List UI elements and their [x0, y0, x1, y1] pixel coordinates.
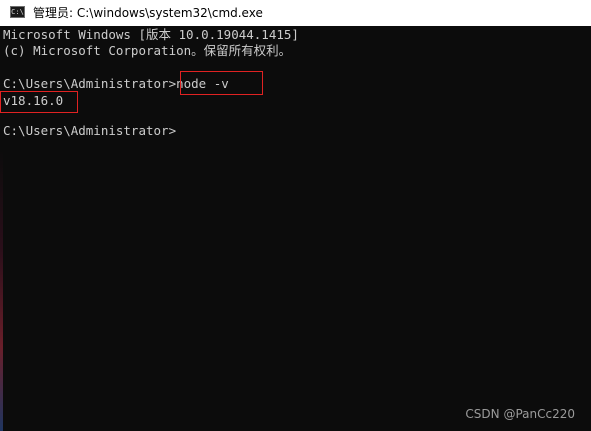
cmd-icon-glyph: C:\ [11, 7, 24, 16]
watermark: CSDN @PanCc220 [465, 407, 575, 421]
window-title: 管理员: C:\windows\system32\cmd.exe [33, 6, 263, 20]
title-bar[interactable]: C:\ 管理员: C:\windows\system32\cmd.exe [0, 0, 591, 26]
highlight-box-command [180, 71, 263, 95]
console-line-prompt: C:\Users\Administrator> [3, 123, 177, 138]
console-area[interactable]: Microsoft Windows [版本 10.0.19044.1415] (… [3, 26, 591, 431]
highlight-box-output [0, 91, 78, 113]
cmd-icon[interactable]: C:\ [10, 6, 25, 18]
cmd-window: C:\ 管理员: C:\windows\system32\cmd.exe Mic… [0, 0, 591, 431]
console-line-version: Microsoft Windows [版本 10.0.19044.1415] [3, 27, 299, 42]
console-line-copyright: (c) Microsoft Corporation。保留所有权利。 [3, 43, 292, 58]
